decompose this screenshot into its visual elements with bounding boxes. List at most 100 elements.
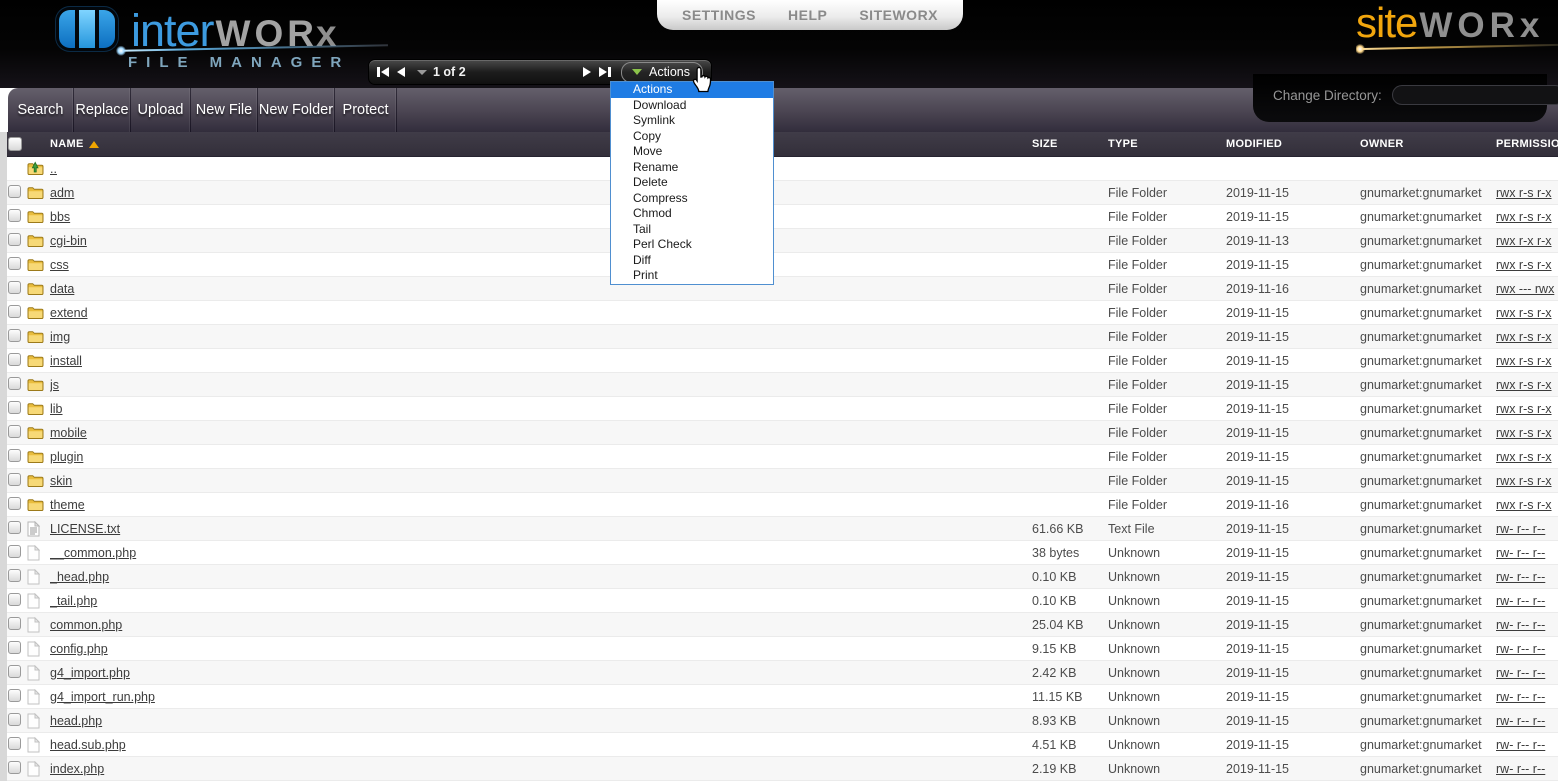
file-permissions-link[interactable]: rwx r-s r-x [1496,186,1552,200]
file-permissions-link[interactable]: rw- r-- r-- [1496,666,1545,680]
file-name-link[interactable]: __common.php [50,546,136,560]
row-checkbox[interactable] [8,401,21,414]
row-checkbox[interactable] [8,257,21,270]
top-nav-siteworx[interactable]: SITEWORX [859,7,938,23]
file-permissions-link[interactable]: rwx r-s r-x [1496,354,1552,368]
row-checkbox[interactable] [8,377,21,390]
file-name-link[interactable]: head.sub.php [50,738,126,752]
file-permissions-link[interactable]: rwx r-s r-x [1496,306,1552,320]
new-file-button[interactable]: New File [191,88,258,132]
select-all-checkbox[interactable] [8,137,22,151]
file-name-link[interactable]: common.php [50,618,122,632]
row-checkbox[interactable] [8,689,21,702]
file-permissions-link[interactable]: rwx r-s r-x [1496,258,1552,272]
file-name-link[interactable]: adm [50,186,74,200]
file-name-link[interactable]: head.php [50,714,102,728]
file-permissions-link[interactable]: rwx --- rwx [1496,282,1554,296]
row-checkbox[interactable] [8,641,21,654]
menu-item-copy[interactable]: Copy [611,129,773,145]
row-checkbox[interactable] [8,545,21,558]
file-permissions-link[interactable]: rw- r-- r-- [1496,738,1545,752]
row-checkbox[interactable] [8,233,21,246]
row-checkbox[interactable] [8,761,21,774]
file-name-link[interactable]: js [50,378,59,392]
replace-button[interactable]: Replace [74,88,131,132]
column-header-modified[interactable]: MODIFIED [1226,138,1360,150]
file-name-link[interactable]: _head.php [50,570,109,584]
row-checkbox[interactable] [8,473,21,486]
file-name-link[interactable]: cgi-bin [50,234,87,248]
file-name-link[interactable]: plugin [50,450,83,464]
row-checkbox[interactable] [8,353,21,366]
file-permissions-link[interactable]: rwx r-s r-x [1496,450,1552,464]
file-permissions-link[interactable]: rw- r-- r-- [1496,762,1545,776]
row-checkbox[interactable] [8,521,21,534]
row-checkbox[interactable] [8,185,21,198]
file-name-link[interactable]: LICENSE.txt [50,522,120,536]
row-checkbox[interactable] [8,665,21,678]
row-checkbox[interactable] [8,329,21,342]
menu-item-download[interactable]: Download [611,98,773,114]
row-checkbox[interactable] [8,737,21,750]
file-permissions-link[interactable]: rwx r-s r-x [1496,402,1552,416]
row-checkbox[interactable] [8,713,21,726]
file-name-link[interactable]: lib [50,402,63,416]
top-nav-help[interactable]: HELP [788,7,827,23]
change-directory-input[interactable] [1392,85,1558,105]
file-permissions-link[interactable]: rw- r-- r-- [1496,618,1545,632]
file-permissions-link[interactable]: rwx r-s r-x [1496,474,1552,488]
prev-page-icon[interactable] [397,67,405,77]
first-page-icon[interactable] [377,67,389,77]
menu-item-move[interactable]: Move [611,144,773,160]
row-checkbox[interactable] [8,569,21,582]
row-checkbox[interactable] [8,305,21,318]
upload-button[interactable]: Upload [131,88,191,132]
new-folder-button[interactable]: New Folder [258,88,335,132]
file-name-link[interactable]: .. [50,162,57,176]
column-header-owner[interactable]: OWNER [1360,138,1496,150]
file-permissions-link[interactable]: rwx r-s r-x [1496,426,1552,440]
menu-item-actions[interactable]: Actions [611,82,773,98]
search-button[interactable]: Search [8,88,74,132]
file-name-link[interactable]: g4_import_run.php [50,690,155,704]
menu-item-perl-check[interactable]: Perl Check [611,237,773,253]
menu-item-rename[interactable]: Rename [611,160,773,176]
file-name-link[interactable]: bbs [50,210,70,224]
row-checkbox[interactable] [8,617,21,630]
menu-item-compress[interactable]: Compress [611,191,773,207]
column-header-permissions[interactable]: PERMISSIONS [1496,138,1558,150]
file-permissions-link[interactable]: rwx r-s r-x [1496,330,1552,344]
file-name-link[interactable]: mobile [50,426,87,440]
menu-item-delete[interactable]: Delete [611,175,773,191]
top-nav-settings[interactable]: SETTINGS [682,7,756,23]
file-permissions-link[interactable]: rw- r-- r-- [1496,594,1545,608]
file-permissions-link[interactable]: rw- r-- r-- [1496,522,1545,536]
file-permissions-link[interactable]: rwx r-s r-x [1496,498,1552,512]
last-page-icon[interactable] [599,67,611,77]
next-page-icon[interactable] [583,67,591,77]
file-name-link[interactable]: g4_import.php [50,666,130,680]
file-permissions-link[interactable]: rw- r-- r-- [1496,570,1545,584]
file-name-link[interactable]: img [50,330,70,344]
row-checkbox[interactable] [8,281,21,294]
menu-item-tail[interactable]: Tail [611,222,773,238]
menu-item-symlink[interactable]: Symlink [611,113,773,129]
file-permissions-link[interactable]: rwx r-x r-x [1496,234,1552,248]
file-permissions-link[interactable]: rw- r-- r-- [1496,714,1545,728]
file-name-link[interactable]: config.php [50,642,108,656]
column-header-name[interactable]: NAME [50,138,1032,150]
file-name-link[interactable]: css [50,258,69,272]
row-checkbox[interactable] [8,425,21,438]
file-name-link[interactable]: index.php [50,762,104,776]
file-permissions-link[interactable]: rw- r-- r-- [1496,546,1545,560]
row-checkbox[interactable] [8,497,21,510]
column-header-type[interactable]: TYPE [1108,138,1226,150]
file-permissions-link[interactable]: rwx r-s r-x [1496,210,1552,224]
file-permissions-link[interactable]: rw- r-- r-- [1496,642,1545,656]
file-name-link[interactable]: theme [50,498,85,512]
menu-item-chmod[interactable]: Chmod [611,206,773,222]
file-permissions-link[interactable]: rwx r-s r-x [1496,378,1552,392]
file-name-link[interactable]: install [50,354,82,368]
menu-item-print[interactable]: Print [611,268,773,284]
file-name-link[interactable]: extend [50,306,88,320]
